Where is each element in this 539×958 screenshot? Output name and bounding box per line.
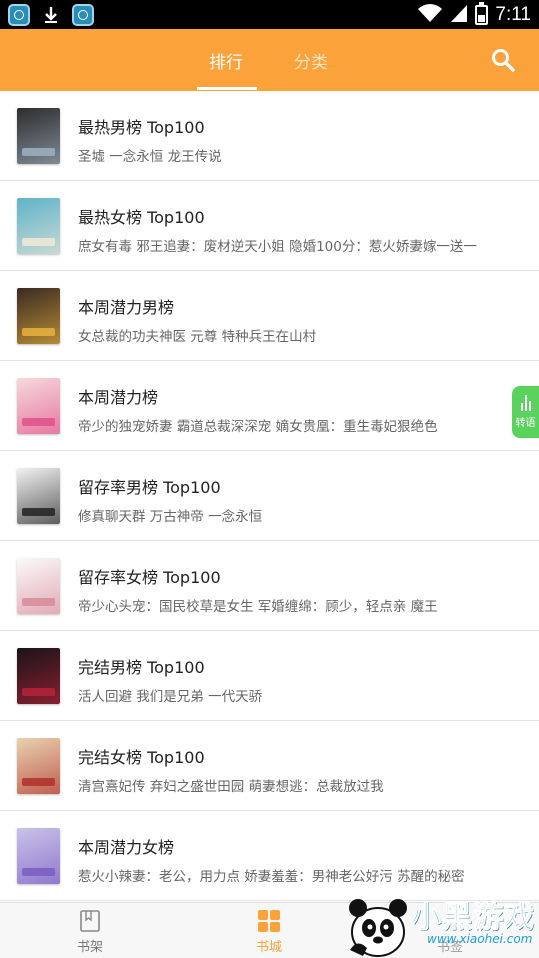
ranking-books: 活人回避 我们是兄弟 一代天骄: [78, 689, 263, 705]
book-cover: [17, 558, 60, 614]
ranking-row[interactable]: 留存率女榜 Top100 帝少心头宠：国民校草是女生 军婚缠绵：顾少，轻点亲 魔…: [0, 541, 539, 631]
book-cover: [17, 468, 60, 524]
book-cover: [17, 108, 60, 164]
ranking-books: 帝少的独宠娇妻 霸道总裁深深宠 嫡女贵凰：重生毒妃狠绝色: [78, 419, 438, 435]
app-notification-icon: [8, 3, 30, 26]
ranking-title: 本周潜力榜: [78, 388, 159, 407]
wifi-icon: [417, 3, 443, 27]
ranking-title: 最热男榜 Top100: [78, 118, 205, 137]
book-cover: [17, 378, 60, 434]
battery-icon: [475, 1, 489, 25]
ranking-books: 女总裁的功夫神医 元尊 特种兵王在山村: [78, 329, 317, 345]
ranking-books: 帝少心头宠：国民校草是女生 军婚缠绵：顾少，轻点亲 魔王: [78, 599, 438, 615]
ranking-row[interactable]: 最热女榜 Top100 庶女有毒 邪王追妻：废材逆天小姐 隐婚100分：惹火娇妻…: [0, 181, 539, 271]
book-cover: [17, 828, 60, 884]
status-notifications: [8, 3, 94, 26]
book-cover: [17, 648, 60, 704]
status-bar: 7:11: [0, 0, 539, 29]
nav-bookshelf-label: 书架: [76, 940, 103, 955]
download-icon: [40, 4, 62, 26]
side-tab-label: 转语: [515, 418, 536, 429]
audio-wave-icon: [520, 395, 531, 411]
ranking-title: 完结女榜 Top100: [78, 748, 205, 767]
nav-bookstore-label: 书城: [255, 940, 282, 955]
top-header: 排行 分类: [0, 29, 539, 91]
ranking-title: 本周潜力男榜: [78, 298, 175, 317]
ranking-title: 留存率女榜 Top100: [78, 568, 221, 587]
book-cover: [17, 738, 60, 794]
nav-bookshelf[interactable]: 书架: [50, 903, 130, 958]
search-icon[interactable]: [490, 47, 516, 73]
bookshelf-icon: [78, 909, 102, 933]
ranking-title: 本周潜力女榜: [78, 838, 175, 857]
bookstore-grid-icon: [257, 909, 281, 933]
ranking-row[interactable]: 本周潜力榜 帝少的独宠娇妻 霸道总裁深深宠 嫡女贵凰：重生毒妃狠绝色: [0, 361, 539, 451]
ranking-row[interactable]: 留存率男榜 Top100 修真聊天群 万古神帝 一念永恒: [0, 451, 539, 541]
ranking-row[interactable]: 最热男榜 Top100 圣墟 一念永恒 龙王传说: [0, 91, 539, 181]
nav-bookstore[interactable]: 书城: [229, 903, 309, 958]
tab-ranking[interactable]: 排行: [209, 29, 243, 91]
watermark-text: 小黑游戏: [411, 900, 535, 936]
ranking-title: 最热女榜 Top100: [78, 208, 205, 227]
status-indicators: 7:11: [417, 1, 531, 27]
panda-logo-icon: [345, 892, 411, 958]
voice-side-tab[interactable]: 转语: [512, 386, 539, 438]
site-watermark: 小黑游戏 www.xiaohei.com: [345, 888, 539, 958]
ranking-list: 最热男榜 Top100 圣墟 一念永恒 龙王传说 最热女榜 Top100 庶女有…: [0, 91, 539, 901]
book-cover: [17, 288, 60, 344]
ranking-books: 修真聊天群 万古神帝 一念永恒: [78, 509, 263, 525]
watermark-url: www.xiaohei.com: [427, 932, 533, 946]
ranking-books: 清宫熹妃传 弃妇之盛世田园 萌妻想逃：总裁放过我: [78, 779, 384, 795]
ranking-row[interactable]: 完结女榜 Top100 清宫熹妃传 弃妇之盛世田园 萌妻想逃：总裁放过我: [0, 721, 539, 811]
book-cover: [17, 198, 60, 254]
ranking-books: 庶女有毒 邪王追妻：废材逆天小姐 隐婚100分：惹火娇妻嫁一送一: [78, 239, 477, 255]
signal-icon: [450, 3, 468, 27]
ranking-row[interactable]: 本周潜力男榜 女总裁的功夫神医 元尊 特种兵王在山村: [0, 271, 539, 361]
active-tab-indicator: [197, 87, 257, 90]
ranking-title: 完结男榜 Top100: [78, 658, 205, 677]
ranking-books: 圣墟 一念永恒 龙王传说: [78, 149, 222, 165]
app-notification-icon: [72, 3, 94, 26]
ranking-books: 惹火小辣妻：老公，用力点 娇妻羞羞：男神老公好污 苏醒的秘密: [78, 869, 465, 885]
tab-category[interactable]: 分类: [294, 29, 328, 91]
ranking-title: 留存率男榜 Top100: [78, 478, 221, 497]
ranking-row[interactable]: 完结男榜 Top100 活人回避 我们是兄弟 一代天骄: [0, 631, 539, 721]
status-time: 7:11: [495, 3, 531, 25]
